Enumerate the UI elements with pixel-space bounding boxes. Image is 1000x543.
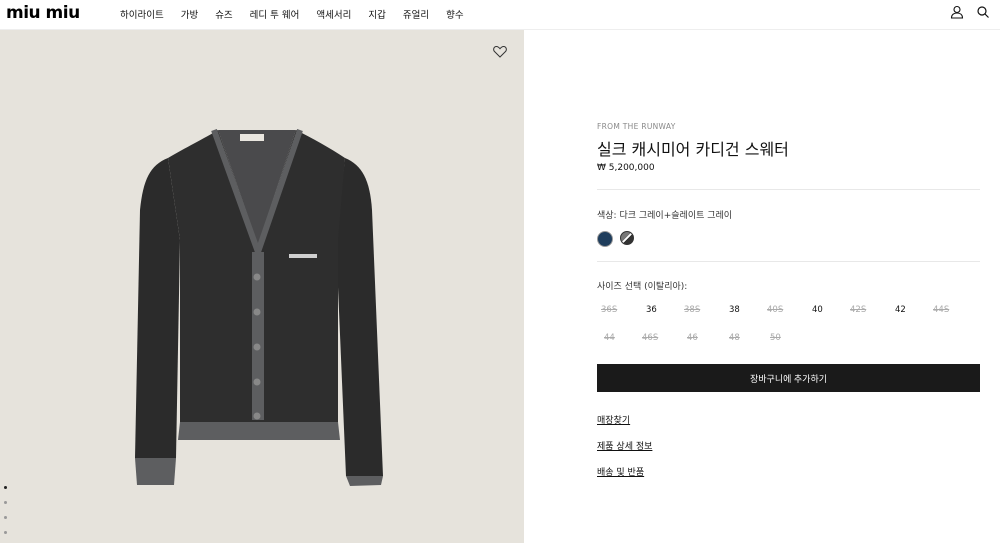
nav-item-accessories[interactable]: 액세서리 [316,7,351,21]
divider [597,261,980,262]
gallery-dot[interactable] [4,531,7,534]
user-icon[interactable] [950,5,964,19]
size-option[interactable]: 48 [729,333,740,343]
product-price: ₩ 5,200,000 [597,163,655,173]
nav-item-ready-to-wear[interactable]: 레디 투 웨어 [250,7,300,21]
collection-label: FROM THE RUNWAY [597,122,676,131]
brand-logo[interactable]: miu miu [6,3,80,23]
size-option[interactable]: 38S [684,305,700,315]
size-option[interactable]: 42S [850,305,866,315]
store-locator-link[interactable]: 매장찾기 [597,413,630,426]
add-to-cart-button[interactable]: 장바구니에 추가하기 [597,364,980,392]
shipping-returns-link[interactable]: 배송 및 반품 [597,465,644,478]
color-swatch-navy[interactable] [597,231,613,247]
size-option[interactable]: 46S [642,333,658,343]
gallery-dot[interactable] [4,486,7,489]
size-option[interactable]: 44 [604,333,615,343]
size-option[interactable]: 36 [646,305,657,315]
color-swatch-dark-gray[interactable] [620,231,634,245]
size-option[interactable]: 42 [895,305,906,315]
size-option[interactable]: 38 [729,305,740,315]
nav-item-highlights[interactable]: 하이라이트 [120,7,164,21]
nav-item-wallets[interactable]: 지갑 [368,7,385,21]
size-option[interactable]: 44S [933,305,949,315]
color-label: 색상: 다크 그레이+슬레이트 그레이 [597,211,733,221]
product-image-cardigan [135,128,383,486]
heart-icon[interactable] [493,45,507,58]
size-option[interactable]: 50 [770,333,781,343]
divider [597,189,980,190]
gallery-dot[interactable] [4,501,7,504]
product-gallery[interactable] [0,30,524,543]
nav-item-jewelry[interactable]: 쥬얼리 [403,7,429,21]
size-label: 사이즈 선택 (이탈리아): [597,282,688,292]
search-icon[interactable] [976,5,990,19]
nav-item-shoes[interactable]: 슈즈 [215,7,232,21]
product-title: 실크 캐시미어 카디건 스웨터 [597,140,789,159]
nav-item-fragrance[interactable]: 향수 [446,7,463,21]
gallery-dot[interactable] [4,516,7,519]
site-header: miu miu 하이라이트 가방 슈즈 레디 투 웨어 액세서리 지갑 쥬얼리 … [0,0,1000,30]
size-option[interactable]: 40S [767,305,783,315]
main-nav: 하이라이트 가방 슈즈 레디 투 웨어 액세서리 지갑 쥬얼리 향수 [120,7,481,21]
gallery-pagination [4,486,7,543]
product-details-link[interactable]: 제품 상세 정보 [597,439,652,452]
size-option[interactable]: 46 [687,333,698,343]
size-option[interactable]: 40 [812,305,823,315]
nav-item-bags[interactable]: 가방 [181,7,198,21]
size-option[interactable]: 36S [601,305,617,315]
